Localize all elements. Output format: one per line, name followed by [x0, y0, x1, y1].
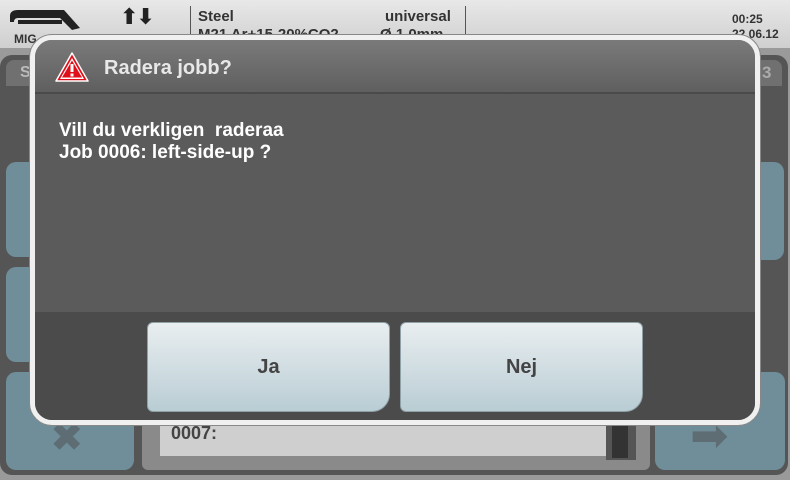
material-label: Steel: [198, 8, 234, 25]
warning-triangle-icon: [55, 52, 89, 82]
dialog-message-line: Vill du verkligen raderaa: [59, 120, 284, 141]
scrollbar-thumb[interactable]: [612, 420, 628, 458]
wire-label: universal: [385, 8, 451, 25]
yes-button[interactable]: Ja: [147, 322, 390, 412]
up-down-arrows-icon[interactable]: ⬆⬇: [120, 4, 155, 30]
dialog-footer: [35, 312, 755, 420]
dialog-header: Radera jobb?: [35, 40, 755, 94]
clock-time: 00:25: [732, 12, 763, 26]
dialog-message-line: Job 0006: left-side-up ?: [59, 142, 272, 163]
dialog-message: Vill du verkligen raderaa Job 0006: left…: [59, 120, 284, 164]
dialog-title: Radera jobb?: [104, 57, 232, 79]
tab-right[interactable]: 3: [762, 63, 771, 83]
no-button[interactable]: Nej: [400, 322, 643, 412]
confirm-delete-dialog: Radera jobb? Vill du verkligen raderaa J…: [30, 35, 760, 425]
job-list-item[interactable]: 0007:: [171, 423, 217, 444]
